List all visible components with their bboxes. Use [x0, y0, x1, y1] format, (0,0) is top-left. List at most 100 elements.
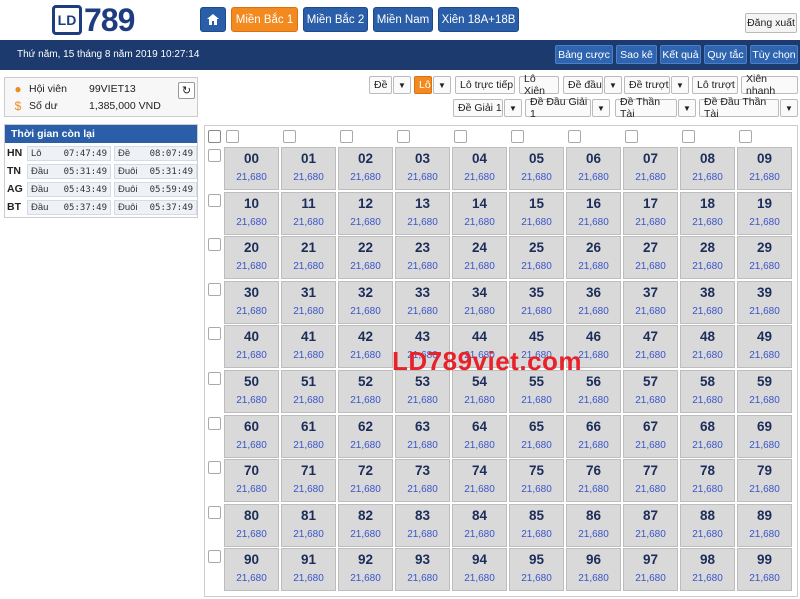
number-cell[interactable]: 91 21,680 [281, 548, 336, 592]
row-checkbox[interactable] [208, 327, 221, 341]
number-cell[interactable]: 82 21,680 [338, 503, 393, 547]
number-cell[interactable]: 89 21,680 [737, 503, 792, 547]
number-cell[interactable]: 50 21,680 [224, 370, 279, 413]
number-cell[interactable]: 47 21,680 [623, 325, 678, 369]
number-cell[interactable]: 72 21,680 [338, 459, 393, 503]
number-cell[interactable]: 25 21,680 [509, 236, 564, 280]
number-cell[interactable]: 19 21,680 [737, 191, 792, 235]
number-cell[interactable]: 16 21,680 [566, 191, 621, 235]
home-button[interactable] [200, 7, 226, 32]
filter-giai-0[interactable]: Đề Giải 1 [453, 99, 503, 117]
number-cell[interactable]: 88 21,680 [680, 503, 735, 547]
chevron-down-icon[interactable]: ▼ [678, 99, 696, 117]
number-cell[interactable]: 31 21,680 [281, 280, 336, 324]
sao-ke-button[interactable]: Sao kê [616, 45, 657, 64]
number-cell[interactable]: 26 21,680 [566, 236, 621, 280]
number-cell[interactable]: 27 21,680 [623, 236, 678, 280]
column-checkbox[interactable] [682, 130, 695, 143]
number-cell[interactable]: 51 21,680 [281, 370, 336, 413]
row-checkbox[interactable] [208, 193, 221, 207]
number-cell[interactable]: 22 21,680 [338, 236, 393, 280]
number-cell[interactable]: 35 21,680 [509, 280, 564, 324]
filter-0[interactable]: Đề [369, 76, 392, 94]
filter-4[interactable]: Đề đầu [563, 76, 603, 94]
bang-cuoc-button[interactable]: Bảng cược [555, 45, 613, 64]
filter-giai-1[interactable]: Đề Đầu Giải 1 [525, 96, 591, 120]
chevron-down-icon[interactable]: ▼ [780, 99, 798, 117]
number-cell[interactable]: 24 21,680 [452, 236, 507, 280]
number-cell[interactable]: 18 21,680 [680, 191, 735, 235]
number-cell[interactable]: 64 21,680 [452, 414, 507, 458]
filter-5[interactable]: Đề trượt [624, 76, 670, 94]
row-checkbox[interactable] [208, 461, 221, 475]
number-cell[interactable]: 17 21,680 [623, 191, 678, 235]
chevron-down-icon[interactable]: ▼ [604, 76, 622, 94]
number-cell[interactable]: 86 21,680 [566, 503, 621, 547]
number-cell[interactable]: 14 21,680 [452, 191, 507, 235]
number-cell[interactable]: 04 21,680 [452, 147, 507, 190]
column-checkbox[interactable] [397, 130, 410, 143]
number-cell[interactable]: 39 21,680 [737, 280, 792, 324]
filter-1[interactable]: Lô [414, 76, 432, 94]
number-cell[interactable]: 38 21,680 [680, 280, 735, 324]
nav-mien-bac-2[interactable]: Miền Bắc 2 [303, 7, 368, 32]
column-checkbox[interactable] [283, 130, 296, 143]
number-cell[interactable]: 81 21,680 [281, 503, 336, 547]
column-checkbox[interactable] [625, 130, 638, 143]
ket-qua-button[interactable]: Kết quả [660, 45, 701, 64]
number-cell[interactable]: 63 21,680 [395, 414, 450, 458]
number-cell[interactable]: 32 21,680 [338, 280, 393, 324]
number-cell[interactable]: 68 21,680 [680, 414, 735, 458]
column-checkbox[interactable] [454, 130, 467, 143]
number-cell[interactable]: 85 21,680 [509, 503, 564, 547]
number-cell[interactable]: 13 21,680 [395, 191, 450, 235]
row-checkbox[interactable] [208, 238, 221, 252]
number-cell[interactable]: 55 21,680 [509, 370, 564, 413]
number-cell[interactable]: 73 21,680 [395, 459, 450, 503]
logout-button[interactable]: Đăng xuất [745, 13, 797, 33]
number-cell[interactable]: 01 21,680 [281, 147, 336, 190]
number-cell[interactable]: 83 21,680 [395, 503, 450, 547]
number-cell[interactable]: 23 21,680 [395, 236, 450, 280]
number-cell[interactable]: 69 21,680 [737, 414, 792, 458]
number-cell[interactable]: 97 21,680 [623, 548, 678, 592]
number-cell[interactable]: 70 21,680 [224, 459, 279, 503]
number-cell[interactable]: 90 21,680 [224, 548, 279, 592]
number-cell[interactable]: 56 21,680 [566, 370, 621, 413]
number-cell[interactable]: 84 21,680 [452, 503, 507, 547]
filter-6[interactable]: Lô trượt [692, 76, 738, 94]
number-cell[interactable]: 77 21,680 [623, 459, 678, 503]
number-cell[interactable]: 02 21,680 [338, 147, 393, 190]
row-checkbox[interactable] [208, 149, 221, 162]
tuy-chon-button[interactable]: Tùy chọn [750, 45, 798, 64]
number-cell[interactable]: 44 21,680 [452, 325, 507, 369]
number-cell[interactable]: 80 21,680 [224, 503, 279, 547]
number-cell[interactable]: 93 21,680 [395, 548, 450, 592]
number-cell[interactable]: 46 21,680 [566, 325, 621, 369]
filter-giai-2[interactable]: Đề Thần Tài [615, 96, 677, 120]
number-cell[interactable]: 28 21,680 [680, 236, 735, 280]
number-cell[interactable]: 58 21,680 [680, 370, 735, 413]
number-cell[interactable]: 76 21,680 [566, 459, 621, 503]
number-cell[interactable]: 98 21,680 [680, 548, 735, 592]
filter-2[interactable]: Lô trực tiếp [455, 76, 515, 94]
number-cell[interactable]: 96 21,680 [566, 548, 621, 592]
number-cell[interactable]: 62 21,680 [338, 414, 393, 458]
chevron-down-icon[interactable]: ▼ [592, 99, 610, 117]
number-cell[interactable]: 61 21,680 [281, 414, 336, 458]
chevron-down-icon[interactable]: ▼ [671, 76, 689, 94]
number-cell[interactable]: 48 21,680 [680, 325, 735, 369]
number-cell[interactable]: 10 21,680 [224, 191, 279, 235]
chevron-down-icon[interactable]: ▼ [393, 76, 411, 94]
nav-mien-bac-1[interactable]: Miền Bắc 1 [231, 7, 298, 32]
number-cell[interactable]: 99 21,680 [737, 548, 792, 592]
nav-mien-nam[interactable]: Miền Nam [373, 7, 433, 32]
number-cell[interactable]: 34 21,680 [452, 280, 507, 324]
nav-xien[interactable]: Xiên 18A+18B [438, 7, 519, 32]
number-cell[interactable]: 12 21,680 [338, 191, 393, 235]
number-cell[interactable]: 29 21,680 [737, 236, 792, 280]
number-cell[interactable]: 57 21,680 [623, 370, 678, 413]
refresh-button[interactable]: ↻ [178, 82, 195, 99]
quy-tac-button[interactable]: Quy tắc [704, 45, 747, 64]
number-cell[interactable]: 75 21,680 [509, 459, 564, 503]
